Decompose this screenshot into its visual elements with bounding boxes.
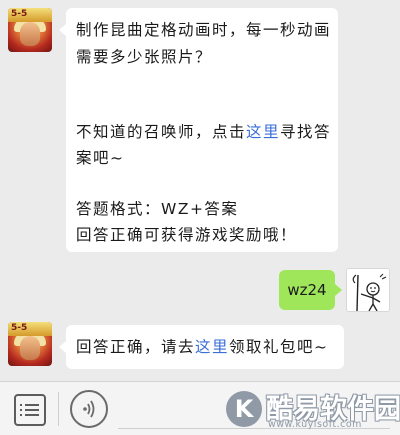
reward-line: 回答正确可获得游戏奖励哦！ bbox=[76, 226, 298, 244]
doodle-stick-figure-icon bbox=[347, 269, 389, 311]
result-tail: 领取礼包吧~ bbox=[229, 338, 329, 356]
question-help-link[interactable]: 这里 bbox=[246, 123, 280, 141]
menu-dot bbox=[20, 409, 22, 411]
menu-line bbox=[25, 414, 39, 416]
question-line-3-tail: 寻找答 bbox=[280, 123, 332, 141]
question-line-3-text: 不知道的召唤师，点击 bbox=[76, 123, 247, 141]
question-line-2: 需要多少张照片？ bbox=[76, 48, 213, 66]
menu-line bbox=[25, 404, 39, 406]
outgoing-message-reply[interactable]: wz24 bbox=[279, 270, 342, 310]
toolbar-divider bbox=[58, 392, 59, 426]
menu-line bbox=[25, 409, 39, 411]
menu-dot bbox=[20, 414, 22, 416]
avatar-badge: 5-5 bbox=[11, 323, 28, 333]
incoming-message-question[interactable]: 制作昆曲定格动画时，每一秒动画 需要多少张照片？ 不知道的召唤师，点击这里寻找答… bbox=[59, 8, 338, 252]
result-line: 回答正确，请去这里领取礼包吧~ bbox=[76, 335, 329, 359]
game-avatar-icon-2[interactable]: 5-5 bbox=[8, 322, 52, 366]
gift-pack-link[interactable]: 这里 bbox=[195, 338, 229, 356]
menu-dot bbox=[20, 404, 22, 406]
voice-waves-icon bbox=[83, 400, 95, 418]
result-text: 回答正确，请去 bbox=[76, 338, 196, 356]
question-line-1: 制作昆曲定格动画时，每一秒动画 bbox=[76, 21, 332, 39]
avatar-face bbox=[20, 22, 40, 46]
question-line-4: 案吧~ bbox=[76, 149, 125, 167]
watermark-logo-icon: K bbox=[226, 391, 262, 427]
avatar-badge: 5-5 bbox=[11, 9, 28, 19]
user-avatar-icon[interactable] bbox=[346, 268, 390, 312]
site-watermark: K 酷易软件园 www.kuyisoft.com bbox=[226, 389, 400, 435]
incoming-message-result[interactable]: 回答正确，请去这里领取礼包吧~ bbox=[59, 325, 344, 369]
avatar-face bbox=[20, 336, 40, 360]
watermark-url: www.kuyisoft.com bbox=[268, 419, 362, 430]
question-line-3: 不知道的召唤师，点击这里寻找答 bbox=[76, 120, 331, 144]
game-avatar-icon[interactable]: 5-5 bbox=[8, 8, 52, 52]
menu-list-icon[interactable] bbox=[14, 394, 46, 426]
answer-format-line: 答题格式：WZ+答案 bbox=[76, 200, 239, 218]
voice-icon[interactable] bbox=[70, 390, 108, 428]
